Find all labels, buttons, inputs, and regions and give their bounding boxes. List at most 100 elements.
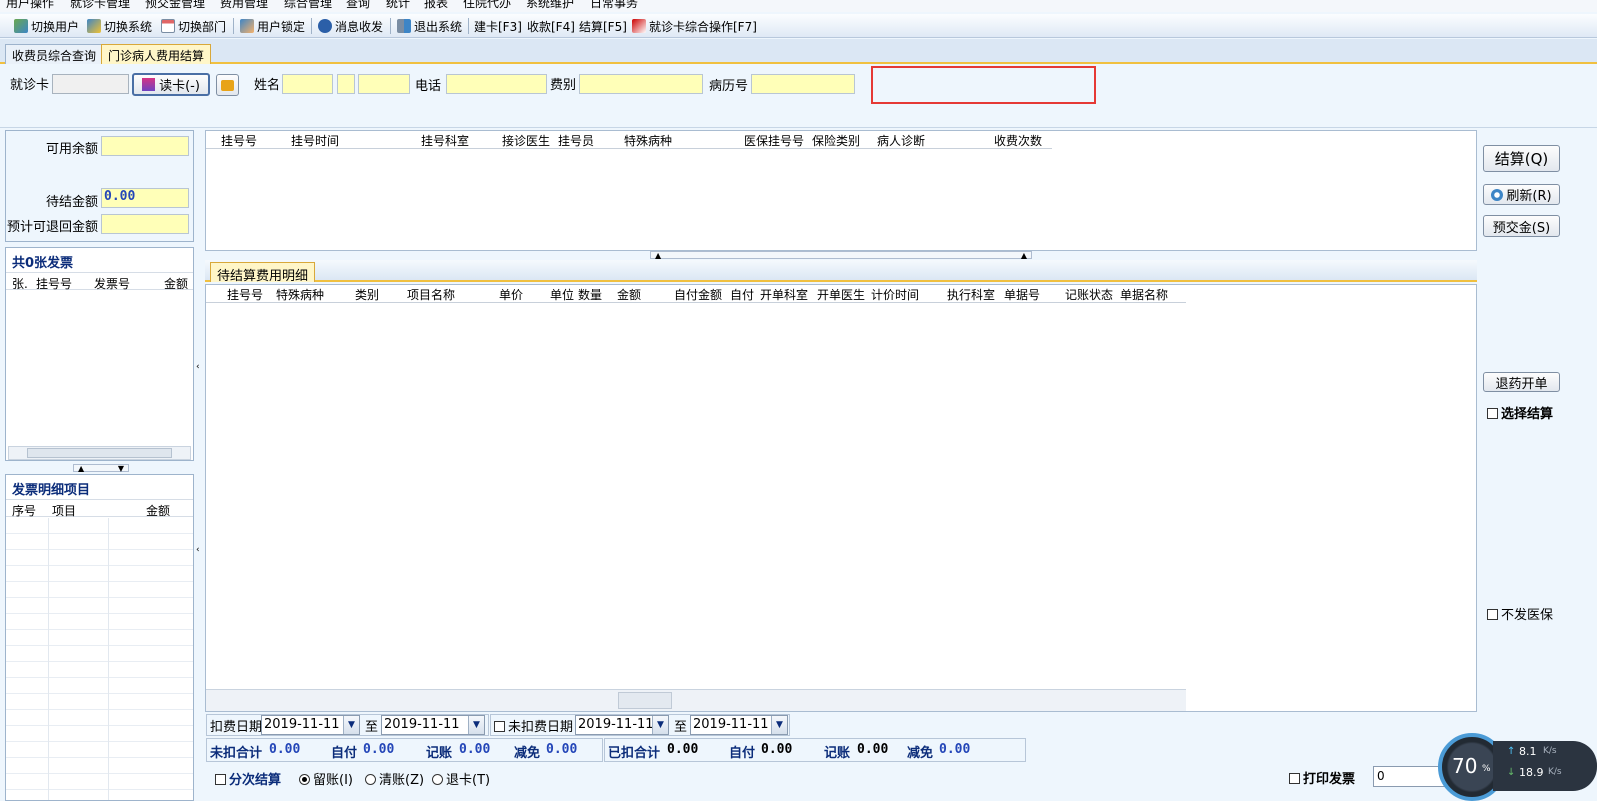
select-settle-option[interactable]: 选择结算 (1487, 403, 1553, 422)
info-icon (318, 19, 332, 33)
keep-account-option[interactable]: 留账(I) (299, 769, 353, 788)
vertical-splitter[interactable]: ‹ ‹ (196, 130, 202, 801)
invoice-hscrollbar[interactable] (8, 446, 191, 460)
split-settle-option[interactable]: 分次结算 (215, 769, 281, 788)
menu-inpatient[interactable]: 住院代办 (463, 0, 511, 11)
lock-user-button[interactable]: 用户锁定 (240, 17, 305, 35)
detail-scroll-thumb[interactable] (618, 692, 672, 709)
detail-hscrollbar[interactable] (206, 689, 1186, 711)
tab-cashier-query[interactable]: 收费员综合查询 (5, 44, 104, 64)
col-d-reg-no: 挂号号 (227, 288, 264, 302)
menu-daily[interactable]: 日常事务 (590, 0, 638, 11)
undeducted-account-value: 0.00 (459, 742, 491, 757)
clear-account-radio[interactable] (365, 774, 376, 785)
col-d-amount: 金额 (617, 288, 642, 302)
menu-maintenance[interactable]: 系统维护 (526, 0, 574, 11)
collapse-left-icon-2: ‹ (196, 545, 200, 555)
upload-arrow-icon: ↑ (1507, 746, 1516, 757)
no-insurance-checkbox[interactable] (1487, 609, 1498, 620)
deducted-summary: 已扣合计 0.00 自付 0.00 记账 0.00 减免 0.00 (604, 738, 1026, 762)
name-input[interactable] (282, 74, 333, 94)
upload-speed: 8.1 (1519, 745, 1537, 758)
menu-stats[interactable]: 统计 (386, 0, 410, 11)
messages-button[interactable]: 消息收发 (318, 17, 383, 35)
menu-user[interactable]: 用户操作 (6, 0, 54, 11)
fee-type-input[interactable] (579, 74, 703, 94)
card-operation-button[interactable]: 就诊卡综合操作[F7] (632, 17, 757, 35)
phone-input[interactable] (446, 74, 547, 94)
upload-unit: K/s (1543, 746, 1557, 756)
undeduct-to-date[interactable]: 2019-11-11 ▼ (690, 715, 788, 735)
undeducted-self-label: 自付 (331, 746, 358, 761)
read-card-button[interactable]: 读卡(-) (132, 73, 210, 96)
refund-card-radio[interactable] (432, 774, 443, 785)
collect-button[interactable]: 收款[F4] (527, 17, 575, 35)
clear-button[interactable] (216, 74, 239, 96)
scroll-thumb[interactable] (27, 448, 172, 458)
tab-strip: 收费员综合查询 门诊病人费用结算 (0, 39, 1597, 64)
menu-report[interactable]: 报表 (424, 0, 448, 11)
deducted-total-value: 0.00 (667, 742, 699, 757)
chevron-down-icon[interactable]: ▼ (468, 716, 484, 734)
col-d-category: 类别 (355, 288, 380, 302)
chevron-down-icon[interactable]: ▼ (771, 716, 787, 734)
keep-account-radio[interactable] (299, 774, 310, 785)
pending-detail-grid: 挂号号 特殊病种 类别 项目名称 单价 单位 数量 金额 自付金额 自付 开单科… (205, 284, 1477, 712)
deduct-from-date[interactable]: 2019-11-11 ▼ (261, 715, 360, 735)
tab-outpatient-settlement[interactable]: 门诊病人费用结算 (101, 44, 212, 64)
deducted-account-value: 0.00 (857, 742, 889, 757)
create-card-button[interactable]: 建卡[F3] (474, 17, 522, 35)
refund-card-option[interactable]: 退卡(T) (432, 769, 490, 788)
switch-dept-button[interactable]: 切换部门 (161, 17, 226, 35)
clear-account-option[interactable]: 清账(Z) (365, 769, 424, 788)
print-invoice-checkbox[interactable] (1289, 773, 1300, 784)
refresh-button[interactable]: 刷新(R) (1483, 184, 1560, 205)
deducted-reduce-label: 减免 (907, 746, 934, 761)
deducted-reduce-value: 0.00 (939, 742, 971, 757)
age-input[interactable] (358, 74, 410, 94)
exit-system-button[interactable]: 退出系统 (397, 17, 462, 35)
prepay-button[interactable]: 预交金(S) (1483, 215, 1560, 237)
broom-icon (221, 79, 234, 91)
col-special-disease: 特殊病种 (624, 134, 673, 148)
to-label-2: 至 (674, 720, 688, 735)
tab-pending-detail[interactable]: 待结算费用明细 (210, 262, 316, 284)
col-item: 项目 (52, 504, 77, 518)
undeduct-date-label[interactable]: 未扣费日期 (494, 716, 573, 735)
settle-button[interactable]: 结算(Q) (1483, 145, 1560, 172)
no-insurance-option[interactable]: 不发医保 (1487, 604, 1553, 623)
chevron-down-icon[interactable]: ▼ (343, 716, 359, 734)
col-reg-dept: 挂号科室 (421, 134, 470, 148)
undeduct-from-date[interactable]: 2019-11-11 ▼ (575, 715, 669, 735)
menu-general[interactable]: 综合管理 (284, 0, 332, 11)
deduct-to-date[interactable]: 2019-11-11 ▼ (381, 715, 485, 735)
record-no-input[interactable] (751, 74, 855, 94)
highlight-box (871, 66, 1096, 104)
record-no-label: 病历号 (709, 79, 749, 94)
card-input[interactable] (52, 74, 129, 94)
menu-card[interactable]: 就诊卡管理 (70, 0, 130, 11)
caret-down-icon: ▲ (1020, 250, 1027, 260)
return-drug-button[interactable]: 退药开单 (1483, 372, 1560, 392)
menu-fee[interactable]: 费用管理 (220, 0, 268, 11)
gender-input[interactable] (337, 74, 355, 94)
print-invoice-option[interactable]: 打印发票 (1289, 768, 1355, 787)
menu-prepay[interactable]: 预交金管理 (145, 0, 205, 11)
to-label-1: 至 (365, 720, 379, 735)
cpu-percent: 70 (1452, 754, 1478, 778)
settle-toolbar-button[interactable]: 结算[F5] (579, 17, 627, 35)
switch-user-button[interactable]: 切换用户 (14, 17, 79, 35)
switch-system-button[interactable]: 切换系统 (87, 17, 152, 35)
col-insurance-type: 保险类别 (812, 134, 861, 148)
caret-up-icon: ▲ (78, 463, 85, 473)
split-settle-checkbox[interactable] (215, 774, 226, 785)
phone-label: 电话 (415, 79, 442, 94)
deducted-total-label: 已扣合计 (608, 746, 661, 761)
menu-query[interactable]: 查询 (346, 0, 370, 11)
chevron-down-icon[interactable]: ▼ (652, 716, 668, 734)
left-splitter[interactable]: ▲ ▼ (73, 463, 129, 473)
select-settle-checkbox[interactable] (1487, 408, 1498, 419)
undeduct-checkbox[interactable] (494, 721, 505, 732)
middle-splitter[interactable]: ▲ ▲ (650, 250, 1032, 260)
system-icon (87, 19, 101, 33)
